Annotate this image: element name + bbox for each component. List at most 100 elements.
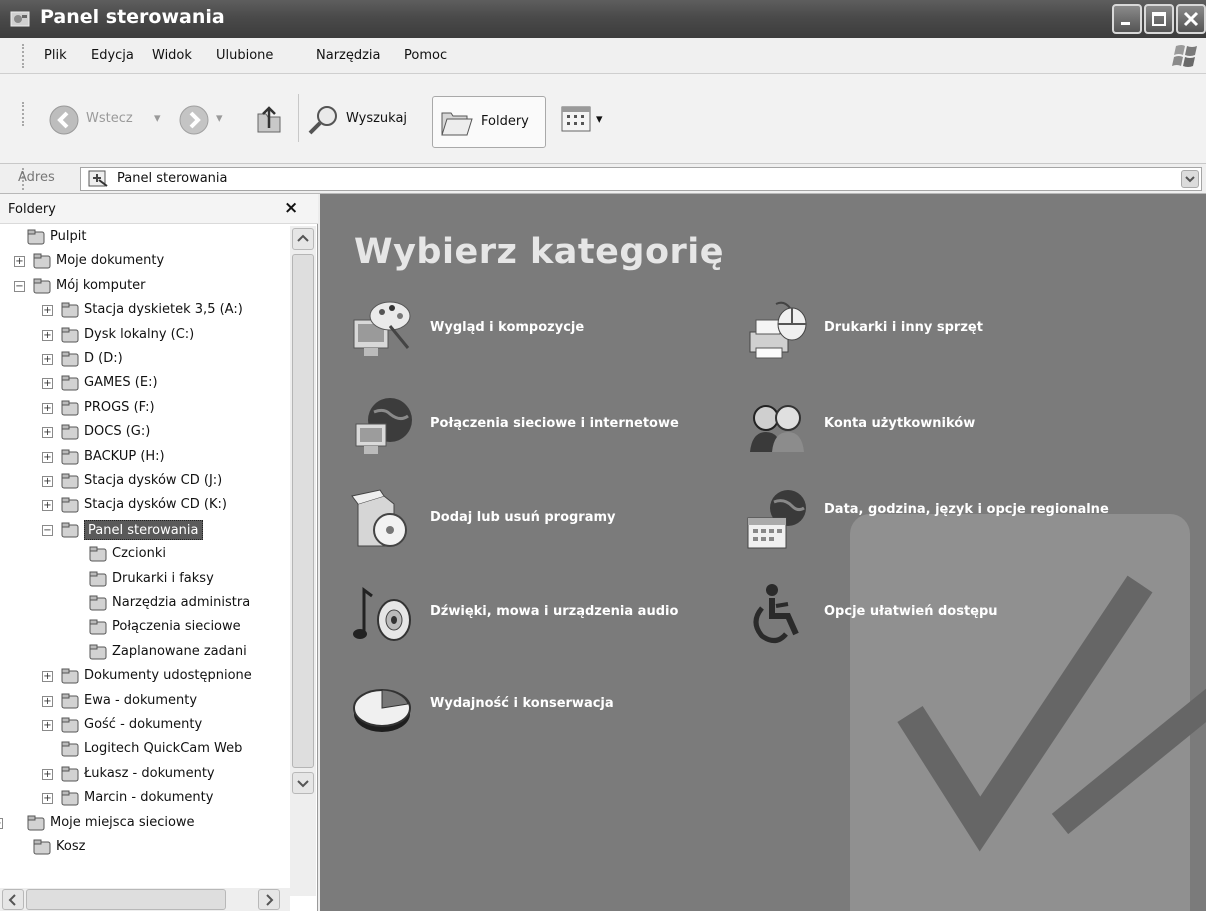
menu-favorites[interactable]: Ulubione (216, 48, 273, 63)
back-button[interactable]: Wstecz ▾ (44, 102, 184, 138)
admin-tools-icon (89, 595, 107, 611)
category-label: Wygląd i kompozycje (430, 320, 585, 335)
expand-icon[interactable]: + (0, 818, 3, 829)
floppy-icon (61, 302, 79, 318)
folders-button[interactable]: Foldery (432, 96, 546, 148)
scroll-left-button[interactable] (2, 889, 24, 910)
collapse-icon[interactable]: − (42, 525, 53, 536)
fonts-icon (89, 546, 107, 562)
menu-bar: Plik Edycja Widok Ulubione Narzędzia Pom… (0, 38, 1206, 74)
user-accounts-icon (750, 405, 804, 452)
views-button[interactable]: ▾ (560, 104, 612, 136)
standard-toolbar: Wstecz ▾ ▾ Wyszukaj Foldery ▾ (0, 74, 1206, 164)
category-accessibility[interactable]: Opcje ułatwień dostępu (744, 582, 1124, 648)
forward-dropdown-icon[interactable]: ▾ (216, 111, 223, 126)
horizontal-scroll-thumb[interactable] (26, 889, 226, 910)
category-add-remove-programs[interactable]: Dodaj lub usuń programy (350, 488, 730, 554)
expand-icon[interactable]: + (42, 769, 53, 780)
scroll-thumb[interactable] (292, 254, 314, 768)
drive-icon (61, 351, 79, 367)
tree-item-label: Logitech QuickCam Web (84, 741, 243, 756)
close-button[interactable] (1176, 4, 1206, 34)
back-dropdown-icon[interactable]: ▾ (154, 111, 161, 126)
address-field[interactable]: Panel sterowania (80, 167, 1202, 191)
expand-icon[interactable]: + (42, 696, 53, 707)
sounds-audio-icon (353, 587, 411, 641)
minimize-button[interactable] (1112, 4, 1142, 34)
expand-icon[interactable]: + (42, 354, 53, 365)
scroll-down-button[interactable] (292, 772, 314, 794)
maximize-icon (1152, 12, 1166, 26)
folders-pane: Foldery × Pulpit + Moje dokumenty − Mój komp… (0, 194, 318, 911)
forward-button[interactable]: ▾ (174, 102, 234, 138)
expand-icon[interactable]: + (42, 793, 53, 804)
chevron-down-icon (297, 780, 309, 788)
menu-view[interactable]: Widok (152, 48, 192, 63)
folder-icon (61, 693, 79, 709)
tree-item-label: Drukarki i faksy (112, 571, 214, 586)
expand-icon[interactable]: + (42, 500, 53, 511)
tree-item-label: DOCS (G:) (84, 424, 151, 439)
expand-icon[interactable]: + (42, 330, 53, 341)
category-sounds-audio[interactable]: Dźwięki, mowa i urządzenia audio (350, 582, 730, 648)
category-label: Dźwięki, mowa i urządzenia audio (430, 604, 679, 619)
explorer-window: Panel sterowania Plik Edycja Widok Ulubi… (0, 0, 1206, 911)
expand-icon[interactable]: + (42, 305, 53, 316)
expand-icon[interactable]: + (42, 403, 53, 414)
menu-help[interactable]: Pomoc (404, 48, 447, 63)
category-label: Wydajność i konserwacja (430, 696, 614, 711)
expand-icon[interactable]: + (42, 671, 53, 682)
category-printers-hardware[interactable]: Drukarki i inny sprzęt (744, 298, 1124, 364)
address-bar: Adres Panel sterowania (0, 164, 1206, 194)
tree-item-label: Kosz (56, 839, 86, 854)
network-places-icon (27, 815, 45, 831)
scroll-right-button[interactable] (258, 889, 280, 910)
folder-icon (33, 253, 51, 269)
expand-icon[interactable]: + (42, 378, 53, 389)
tree-item-label: Stacja dysków CD (J:) (84, 473, 223, 488)
search-label: Wyszukaj (346, 111, 408, 126)
control-panel-icon (61, 522, 79, 538)
expand-icon[interactable]: + (14, 256, 25, 267)
recycle-bin-icon (33, 839, 51, 855)
menu-tools[interactable]: Narzędzia (316, 48, 381, 63)
address-value: Panel sterowania (117, 171, 228, 186)
toolbar-grip[interactable] (22, 102, 24, 126)
scroll-up-button[interactable] (292, 228, 314, 250)
tree-item-label: D (D:) (84, 351, 123, 366)
title-bar[interactable]: Panel sterowania (0, 0, 1206, 38)
folders-pane-close-icon[interactable]: × (284, 198, 298, 218)
up-folder-button[interactable] (250, 100, 290, 140)
category-date-time-language[interactable]: Data, godzina, język i opcje regionalne (744, 488, 1124, 554)
category-label: Konta użytkowników (824, 416, 976, 431)
address-dropdown-button[interactable] (1181, 170, 1199, 188)
back-arrow-icon (49, 105, 79, 135)
tasks-icon (89, 644, 107, 660)
expand-icon[interactable]: + (42, 720, 53, 731)
menu-edit[interactable]: Edycja (91, 48, 134, 63)
views-icon (561, 106, 591, 132)
expand-icon[interactable]: + (42, 476, 53, 487)
expand-icon[interactable]: + (42, 452, 53, 463)
tree-item-label: Połączenia sieciowe (112, 619, 241, 634)
tree-horizontal-scrollbar[interactable] (0, 888, 290, 911)
collapse-icon[interactable]: − (14, 281, 25, 292)
category-network-internet[interactable]: Połączenia sieciowe i internetowe (350, 394, 730, 460)
menu-grip[interactable] (22, 44, 24, 68)
maximize-button[interactable] (1144, 4, 1174, 34)
category-appearance[interactable]: Wygląd i kompozycje (350, 298, 730, 364)
drive-icon (61, 327, 79, 343)
tree-vertical-scrollbar[interactable] (290, 226, 316, 896)
tree-item-label: Gość - dokumenty (84, 717, 203, 732)
menu-file[interactable]: Plik (44, 48, 67, 63)
tree-item-label: Panel sterowania (84, 520, 203, 540)
category-performance-maintenance[interactable]: Wydajność i konserwacja (350, 674, 730, 740)
category-user-accounts[interactable]: Konta użytkowników (744, 394, 1124, 460)
webcam-icon (61, 741, 79, 757)
category-label: Data, godzina, język i opcje regionalne (824, 502, 1109, 517)
expand-icon[interactable]: + (42, 427, 53, 438)
search-button[interactable]: Wyszukaj (306, 102, 430, 138)
network-icon (89, 619, 107, 635)
category-label: Drukarki i inny sprzęt (824, 320, 983, 335)
folder-tree: Pulpit + Moje dokumenty − Mój komputer + Stacj… (0, 226, 290, 886)
